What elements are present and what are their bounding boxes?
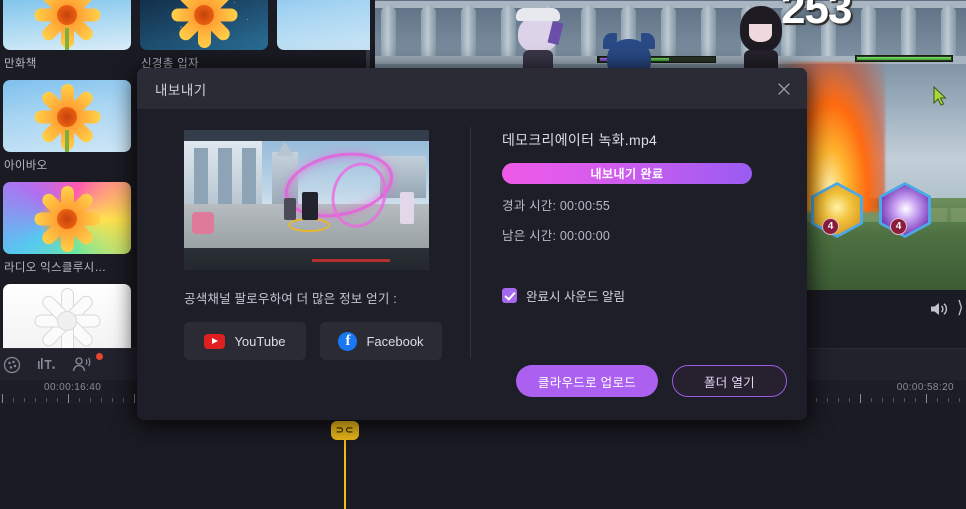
export-file-name: 데모크리에이터 녹화.mp4 [502,132,658,148]
thumb-sprite [284,198,296,220]
dialog-title: 내보내기 [155,82,207,98]
skill-cost-badge: 4 [890,218,907,235]
library-column [277,0,370,59]
elapsed-time: 경과 시간: 00:00:55 [502,199,611,213]
sound-notification-checkbox-row[interactable]: 완료시 사운드 알림 [502,286,807,305]
facebook-share-button[interactable]: f Facebook [320,322,442,360]
timeline-playhead[interactable]: ⊃⊂ [331,421,359,509]
filter-card[interactable]: 신경총 입자 [140,0,273,71]
dialog-actions: 클라우드로 업로드 폴더 열기 [516,365,787,397]
filter-card[interactable] [277,0,370,50]
youtube-icon [204,333,226,349]
health-bar [597,56,599,63]
color-wheel-icon[interactable] [3,356,21,374]
filter-thumbnail [3,0,131,50]
sound-notification-checkbox[interactable] [502,288,517,303]
mouse-cursor [933,85,947,111]
skill-cost-badge: 4 [822,218,839,235]
flower-stem [65,130,69,152]
filter-label: 아이바오 [4,160,48,172]
thumb-sprite [400,192,414,224]
thumb-sprite [192,212,214,234]
timeline-start-time: 00:00:16:40 [44,382,102,393]
playhead-handle[interactable]: ⊃⊂ [331,421,359,440]
progress-label: 내보내기 완료 [590,167,664,181]
column-divider [470,127,471,358]
filter-label: 만화책 [4,58,37,70]
share-prompt: 공색채널 팔로우하여 더 많은 정보 얻기 : [184,292,397,306]
facebook-label: Facebook [366,333,424,349]
filter-thumbnail [277,0,370,50]
filter-card[interactable] [3,284,136,348]
library-column: 만화책 아이바오 라디오 익스클루시… [3,0,136,348]
recording-indicator [96,353,103,360]
remaining-time: 남은 시간: 00:00:00 [502,229,611,243]
close-icon[interactable] [775,80,793,98]
share-buttons-row: YouTube f Facebook [184,322,470,360]
export-dialog: 내보내기 공색채널 팔로우하여 더 많은 정보 얻기: YouTube f F… [137,68,807,420]
volume-icon[interactable] [929,300,951,323]
thumb-bottom-hud [184,248,429,270]
timeline-end-time: 00:00:58:20 [896,382,954,393]
youtube-label: YouTube [234,333,286,349]
video-thumbnail[interactable] [184,130,429,270]
open-folder-button[interactable]: 폴더 열기 [672,365,787,397]
speaker-person-icon[interactable] [72,356,94,374]
thumb-sprite [302,192,318,220]
flower-stem [65,28,69,50]
filter-card[interactable]: 라디오 익스클루시… [3,182,136,275]
sound-notification-label: 완료시 사운드 알림 [526,290,625,304]
filter-label: 라디오 익스클루시… [4,262,107,274]
filter-thumbnail [3,284,131,348]
upload-to-cloud-button[interactable]: 클라우드로 업로드 [516,365,658,397]
dialog-body: 공색채널 팔로우하여 더 많은 정보 얻기 : YouTube f Facebo… [137,109,807,420]
youtube-share-button[interactable]: YouTube [184,322,306,360]
export-progress-bar: 내보내기 완료 [502,163,752,184]
health-bar [855,55,953,62]
filter-card[interactable]: 아이바오 [3,80,136,173]
text-tool-icon[interactable] [37,356,55,374]
app-root: 만화책 아이바오 라디오 익스클루시… 신경총 입자 253 4 4 ⟩ 00:… [0,0,966,509]
dialog-header: 내보내기 [137,68,807,109]
dialog-left-column: 공색채널 팔로우하여 더 많은 정보 얻기 : YouTube f Facebo… [137,109,470,420]
filter-thumbnail [140,0,268,50]
flower-graphic [169,0,239,50]
filter-thumbnail [3,182,131,254]
flower-graphic [32,286,102,348]
flower-graphic [32,184,102,254]
filter-thumbnail [3,80,131,152]
facebook-icon: f [338,331,358,351]
panel-edge-icon: ⟩ [957,298,964,317]
filter-card[interactable]: 만화책 [3,0,136,71]
thumb-top-hud [184,130,429,141]
